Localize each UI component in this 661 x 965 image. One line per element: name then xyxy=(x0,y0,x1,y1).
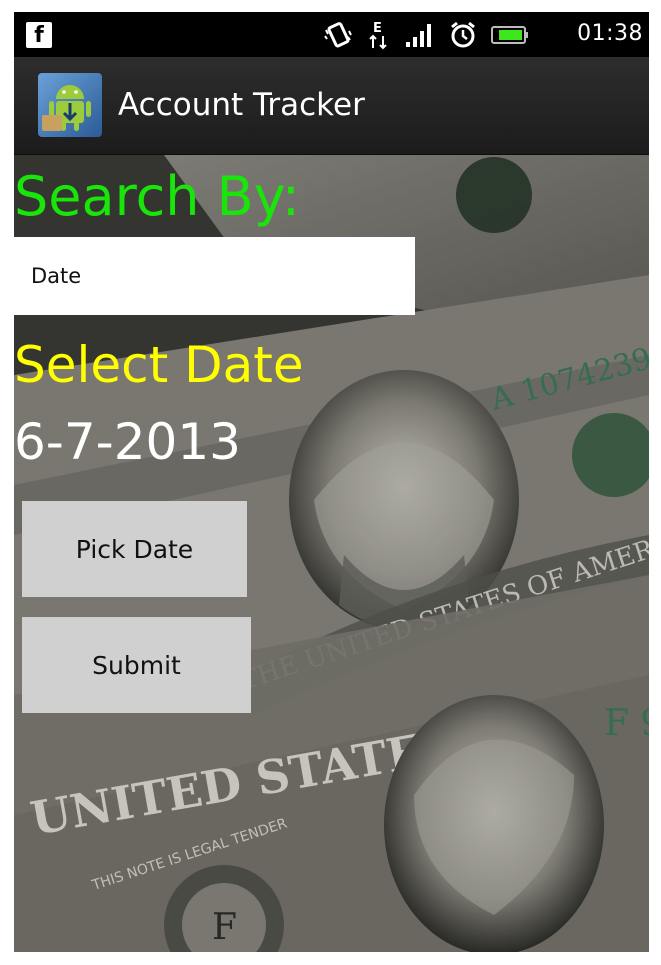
data-e-icon: E xyxy=(367,20,391,50)
select-date-label: Select Date xyxy=(14,336,304,394)
battery-icon xyxy=(491,24,529,46)
signal-icon xyxy=(405,22,435,48)
vibrate-icon xyxy=(323,20,353,50)
search-by-label: Search By: xyxy=(14,165,300,228)
android-app-icon[interactable] xyxy=(38,73,102,137)
submit-button[interactable]: Submit xyxy=(22,617,251,713)
action-bar: Account Tracker xyxy=(14,57,649,155)
status-icons: E xyxy=(323,20,529,50)
search-by-spinner[interactable]: Date xyxy=(14,237,415,315)
status-bar: f E 01:38 xyxy=(14,12,649,57)
alarm-icon xyxy=(449,21,477,49)
phone-screen: f E 01:38 Account Tracker A 10742395 STA… xyxy=(14,12,649,952)
pick-date-button[interactable]: Pick Date xyxy=(22,501,247,597)
svg-text:E: E xyxy=(373,21,382,36)
selected-date-value: 6-7-2013 xyxy=(14,413,241,471)
clock: 01:38 xyxy=(577,21,643,46)
facebook-icon: f xyxy=(26,22,52,48)
main-content: A 10742395 THE UNITED STATES OF AMERICA … xyxy=(14,155,649,952)
app-title: Account Tracker xyxy=(118,87,365,123)
